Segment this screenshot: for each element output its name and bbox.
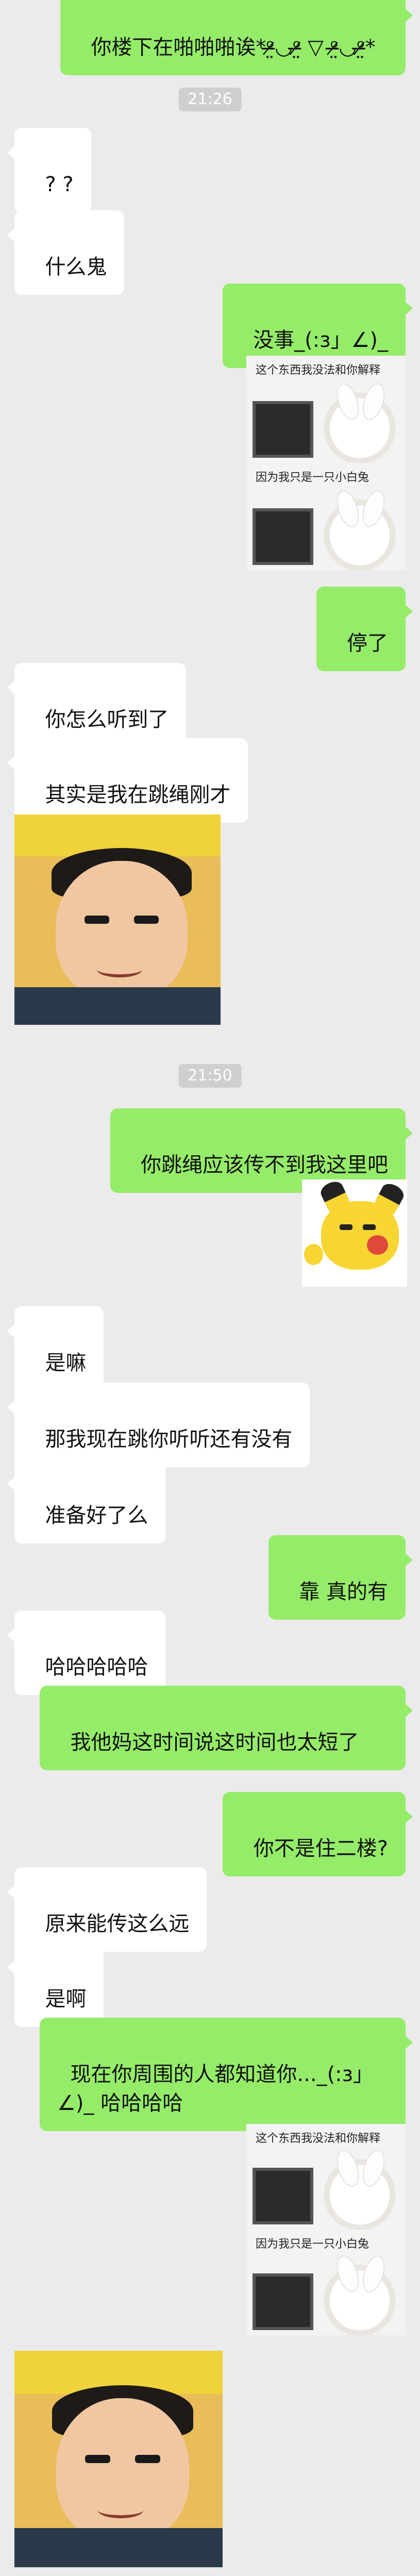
meme-panel-bottom: 因为我只是一只小白兔	[246, 463, 406, 570]
face-shape	[56, 2398, 190, 2541]
bunny-image	[318, 2258, 401, 2335]
message-bubble-incoming[interactable]: 准备好了么	[7, 1459, 166, 1543]
message-text: 靠 真的有	[299, 1580, 388, 1604]
monitor-image	[253, 508, 313, 565]
shirt-shape	[14, 987, 221, 1025]
message-bubble-incoming[interactable]: 原来能传这么远	[7, 1867, 207, 1952]
message-text: 你楼下在啪啪啪诶*ᵒ̶̷̤◡ᵒ̶̷̤ ▽ ᵒ̶̷̤◡ᵒ̶̷̤*	[91, 36, 376, 59]
message-bubble-incoming[interactable]: 你怎么听到了	[7, 663, 187, 747]
message-bubble-incoming[interactable]: 是嘛	[7, 1306, 104, 1391]
message-text: 你跳绳应该传不到我这里吧	[141, 1153, 388, 1177]
message-text: 准备好了么	[45, 1504, 148, 1527]
cheek-shape	[367, 1235, 389, 1255]
message-bubble-incoming[interactable]: 是啊	[7, 1942, 104, 2027]
message-text: 哈哈哈哈哈	[45, 1655, 148, 1679]
message-text: 是啊	[45, 1987, 87, 2011]
message-bubble-outgoing[interactable]: 停了	[316, 587, 413, 671]
meme-caption: 因为我只是一只小白兔	[256, 2238, 369, 2251]
meme-panel-top: 这个东西我没法和你解释	[246, 2124, 406, 2231]
message-text: 是嘛	[45, 1351, 87, 1375]
eye-shape	[340, 1224, 352, 1230]
eye-shape	[85, 2454, 110, 2464]
sticker-pikachu[interactable]	[302, 1179, 407, 1287]
timestamp: 21:26	[178, 88, 242, 111]
message-text: 停了	[347, 631, 388, 655]
message-text: 现在你周围的人都知道你..._(:з」∠)_ 哈哈哈哈	[57, 2063, 374, 2115]
message-bubble-outgoing[interactable]: 你楼下在啪啪啪诶*ᵒ̶̷̤◡ᵒ̶̷̤ ▽ ᵒ̶̷̤◡ᵒ̶̷̤*	[60, 0, 413, 75]
sticker-kid-face[interactable]	[14, 2351, 223, 2567]
message-text: 我他妈这时间说这时间也太短了	[70, 1731, 359, 1754]
mouth-shape	[97, 962, 142, 978]
shirt-shape	[14, 2528, 223, 2567]
message-bubble-outgoing[interactable]: 你不是住二楼?	[223, 1792, 413, 1876]
head-shape	[321, 1201, 399, 1270]
message-bubble-incoming[interactable]: 什么鬼	[7, 210, 125, 295]
message-bubble-incoming[interactable]: 其实是我在跳绳刚才	[7, 738, 248, 823]
message-bubble-incoming[interactable]: 哈哈哈哈哈	[7, 1610, 166, 1695]
message-text: 你怎么听到了	[45, 708, 169, 732]
message-text: 原来能传这么远	[45, 1912, 190, 1936]
message-bubble-incoming[interactable]: 那我现在跳你听听还有没有	[7, 1383, 310, 1467]
meme-panel-bottom: 因为我只是一只小白兔	[246, 2230, 406, 2335]
eye-shape	[363, 1224, 376, 1230]
timestamp: 21:50	[178, 1064, 242, 1088]
bunny-image	[318, 493, 401, 570]
message-bubble-outgoing[interactable]: 靠 真的有	[268, 1535, 413, 1620]
message-text: ? ?	[45, 173, 74, 196]
meme-panel-top: 这个东西我没法和你解释	[246, 356, 406, 464]
bunny-image	[318, 386, 401, 463]
message-bubble-incoming[interactable]: ? ?	[7, 128, 91, 212]
message-text: 其实是我在跳绳刚才	[45, 783, 231, 807]
hand-shape	[304, 1243, 323, 1266]
bunny-image	[318, 2152, 401, 2230]
eye-shape	[135, 2454, 160, 2464]
sticker-bunny-meme[interactable]: 这个东西我没法和你解释 因为我只是一只小白兔	[246, 2124, 406, 2335]
face-shape	[56, 860, 188, 1000]
monitor-image	[253, 2273, 313, 2330]
sticker-kid-face[interactable]	[14, 815, 221, 1025]
meme-caption: 这个东西我没法和你解释	[256, 2132, 381, 2145]
eye-shape	[85, 915, 109, 924]
monitor-image	[253, 401, 313, 458]
meme-caption: 这个东西我没法和你解释	[256, 364, 381, 377]
message-text: 你不是住二楼?	[253, 1837, 388, 1860]
meme-caption: 因为我只是一只小白兔	[256, 471, 369, 484]
sticker-bunny-meme[interactable]: 这个东西我没法和你解释 因为我只是一只小白兔	[246, 356, 406, 570]
monitor-image	[253, 2168, 313, 2224]
message-bubble-outgoing[interactable]: 我他妈这时间说这时间也太短了	[40, 1686, 413, 1770]
message-bubble-outgoing[interactable]: 现在你周围的人都知道你..._(:з」∠)_ 哈哈哈哈	[40, 2018, 413, 2131]
eye-shape	[134, 915, 159, 924]
message-text: 没事_(:з」∠)_	[253, 328, 388, 352]
message-text: 那我现在跳你听听还有没有	[45, 1427, 293, 1451]
message-text: 什么鬼	[45, 255, 107, 279]
